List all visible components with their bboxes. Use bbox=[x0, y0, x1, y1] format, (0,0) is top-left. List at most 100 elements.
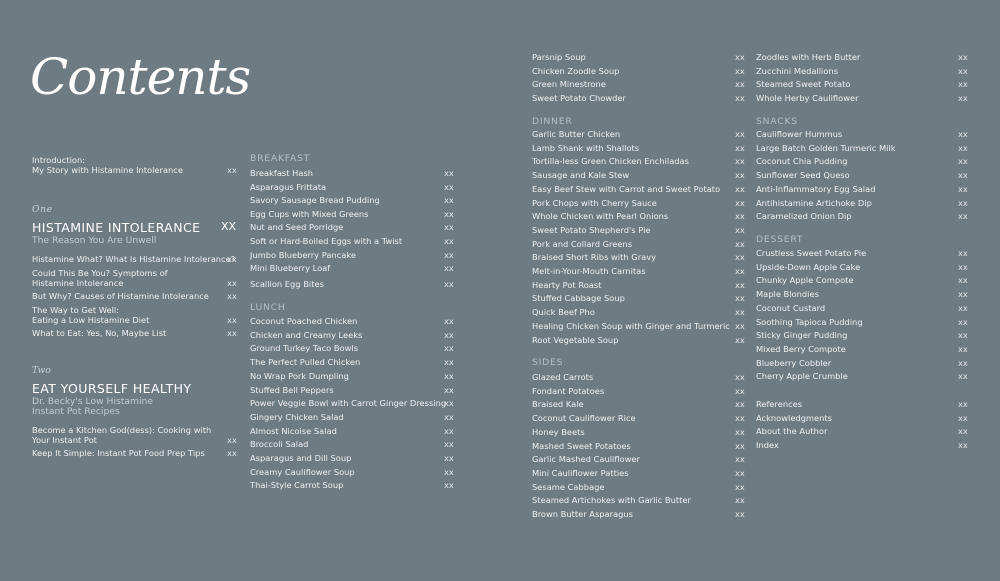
breakfast-page-number: xx bbox=[444, 195, 454, 206]
lunch-entry: Thai-Style Carrot Soup bbox=[250, 480, 344, 491]
part-two-entry: Keep It Simple: Instant Pot Food Prep Ti… bbox=[32, 448, 205, 458]
breakfast-page-number: xx bbox=[444, 236, 454, 246]
dinner-page-number: xx bbox=[735, 211, 745, 222]
lunch-page-number: xx bbox=[444, 343, 454, 354]
contents-title: Contents bbox=[30, 48, 251, 106]
lunch-entry: Broccoli Salad bbox=[250, 439, 309, 450]
lunch-entry: Power Veggie Bowl with Carrot Ginger Dre… bbox=[250, 398, 447, 409]
sides-page-number: xx bbox=[735, 509, 745, 519]
sides-page-number: xx bbox=[735, 399, 745, 410]
sides-heading: SIDES bbox=[532, 357, 564, 368]
snacks-entry: Anti-Inflammatory Egg Salad bbox=[756, 183, 876, 194]
dinner-entry: Easy Beef Stew with Carrot and Sweet Pot… bbox=[532, 183, 721, 194]
sides-cont-entry: Steamed Sweet Potato bbox=[756, 79, 851, 90]
dinner-page-number: xx bbox=[735, 334, 745, 345]
snacks-entry: Coconut Chia Pudding bbox=[756, 156, 848, 167]
sides-entry: Honey Beets bbox=[532, 426, 585, 437]
part-one-entry: What to Eat: Yes, No, Maybe List bbox=[32, 328, 167, 338]
lunch-entry: Asparagus and Dill Soup bbox=[250, 453, 352, 463]
lunch-entry: Chicken and Creamy Leeks bbox=[250, 329, 363, 340]
back-matter-entry: Index bbox=[756, 440, 779, 451]
dinner-entry: Garlic Butter Chicken bbox=[532, 129, 621, 139]
sides-page-number: xx bbox=[735, 413, 745, 424]
breakfast-page-number: xx bbox=[444, 181, 454, 192]
dessert-page-number: xx bbox=[958, 371, 968, 382]
snacks-page-number: xx bbox=[958, 142, 968, 153]
part-two-subtitle: Dr. Becky's Low Histamine Instant Pot Re… bbox=[32, 396, 153, 417]
dinner-page-number: xx bbox=[735, 183, 745, 194]
dessert-page-number: xx bbox=[958, 330, 968, 341]
back-matter-entry: About the Author bbox=[756, 426, 828, 437]
sides-entry: Mini Cauliflower Patties bbox=[532, 467, 629, 478]
breakfast-entry: Egg Cups with Mixed Greens bbox=[250, 208, 369, 219]
lunch-page-number: xx bbox=[444, 411, 454, 422]
part-one-page-number: xx bbox=[227, 254, 237, 264]
dessert-heading: DESSERT bbox=[756, 234, 804, 245]
intro-page-number: xx bbox=[227, 165, 237, 175]
dinner-entry: Lamb Shank with Shallots bbox=[532, 142, 640, 153]
part-one-entry: Histamine What? What Is Histamine Intole… bbox=[32, 254, 236, 264]
lunch-page-number: xx bbox=[444, 370, 454, 381]
sides-page-number: xx bbox=[735, 426, 745, 437]
sides-entry: Braised Kale bbox=[532, 399, 584, 410]
lunch-entry: Stuffed Bell Peppers bbox=[250, 384, 334, 395]
breakfast-entry: Mini Blueberry Loaf bbox=[250, 263, 331, 274]
dinner-entry: Melt-in-Your-Mouth Carnitas bbox=[532, 266, 646, 276]
breakfast-page-number: xx bbox=[444, 168, 454, 178]
dessert-entry: Coconut Custard bbox=[756, 302, 826, 313]
snacks-page-number: xx bbox=[958, 211, 968, 222]
sides-entry: Sesame Cabbage bbox=[532, 481, 605, 492]
lunch-entry: Ground Turkey Taco Bowls bbox=[250, 343, 359, 354]
sides-entry: Fondant Potatoes bbox=[532, 385, 605, 396]
sides-cont-page-number: xx bbox=[958, 93, 968, 104]
dinner-entry: Sausage and Kale Stew bbox=[532, 170, 630, 181]
sides-page-number: xx bbox=[735, 440, 745, 451]
lunch-page-number: xx bbox=[444, 398, 454, 409]
intro-entry: Introduction: My Story with Histamine In… bbox=[32, 155, 183, 175]
part-one-page-number: xx bbox=[227, 278, 237, 288]
sides-entry: Brown Butter Asparagus bbox=[532, 509, 633, 519]
dinner-entry: Stuffed Cabbage Soup bbox=[532, 293, 625, 304]
lunch-page-number: xx bbox=[444, 384, 454, 395]
lunch-page-number: xx bbox=[444, 453, 454, 463]
dinner-entry: Whole Chicken with Pearl Onions bbox=[532, 211, 669, 222]
sides-page-number: xx bbox=[735, 372, 745, 382]
part-one-entry: Could This Be You? Symptoms of Histamine… bbox=[32, 268, 168, 288]
soups-cont-page-number: xx bbox=[735, 65, 745, 76]
part-one-title: HISTAMINE INTOLERANCE bbox=[32, 220, 201, 235]
breakfast-entry: Soft or Hard-Boiled Eggs with a Twist bbox=[250, 236, 403, 246]
breakfast-page-number: xx bbox=[444, 279, 454, 289]
back-matter-entry: Acknowledgments bbox=[756, 412, 832, 423]
dinner-page-number: xx bbox=[735, 307, 745, 318]
dinner-page-number: xx bbox=[735, 252, 745, 263]
lunch-page-number: xx bbox=[444, 425, 454, 436]
lunch-entry: The Perfect Pulled Chicken bbox=[250, 357, 361, 368]
dinner-entry: Pork Chops with Cherry Sauce bbox=[532, 197, 657, 208]
snacks-entry: Large Batch Golden Turmeric Milk bbox=[756, 142, 896, 153]
dessert-page-number: xx bbox=[958, 275, 968, 286]
dessert-page-number: xx bbox=[958, 302, 968, 313]
dinner-entry: Hearty Pot Roast bbox=[532, 279, 602, 290]
dinner-page-number: xx bbox=[735, 224, 745, 235]
soups-cont-page-number: xx bbox=[735, 52, 745, 62]
dessert-entry: Upside-Down Apple Cake bbox=[756, 261, 861, 272]
dinner-heading: DINNER bbox=[532, 116, 573, 127]
snacks-page-number: xx bbox=[958, 129, 968, 139]
part-one-subtitle: The Reason You Are Unwell bbox=[32, 235, 157, 246]
dessert-entry: Mixed Berry Compote bbox=[756, 343, 846, 354]
soups-cont-entry: Green Minestrone bbox=[532, 79, 606, 90]
dinner-page-number: xx bbox=[735, 197, 745, 208]
sides-cont-page-number: xx bbox=[958, 52, 968, 62]
dessert-page-number: xx bbox=[958, 289, 968, 300]
snacks-entry: Antihistamine Artichoke Dip bbox=[756, 197, 872, 208]
lunch-entry: Creamy Cauliflower Soup bbox=[250, 466, 355, 477]
sides-cont-page-number: xx bbox=[958, 65, 968, 76]
lunch-page-number: xx bbox=[444, 480, 454, 491]
dessert-entry: Chunky Apple Compote bbox=[756, 275, 854, 286]
soups-cont-entry: Sweet Potato Chowder bbox=[532, 93, 626, 104]
lunch-entry: No Wrap Pork Dumpling bbox=[250, 370, 349, 381]
part-two-number: Two bbox=[32, 366, 51, 376]
dinner-page-number: xx bbox=[735, 293, 745, 304]
dessert-page-number: xx bbox=[958, 357, 968, 368]
sides-entry: Glazed Carrots bbox=[532, 372, 594, 382]
